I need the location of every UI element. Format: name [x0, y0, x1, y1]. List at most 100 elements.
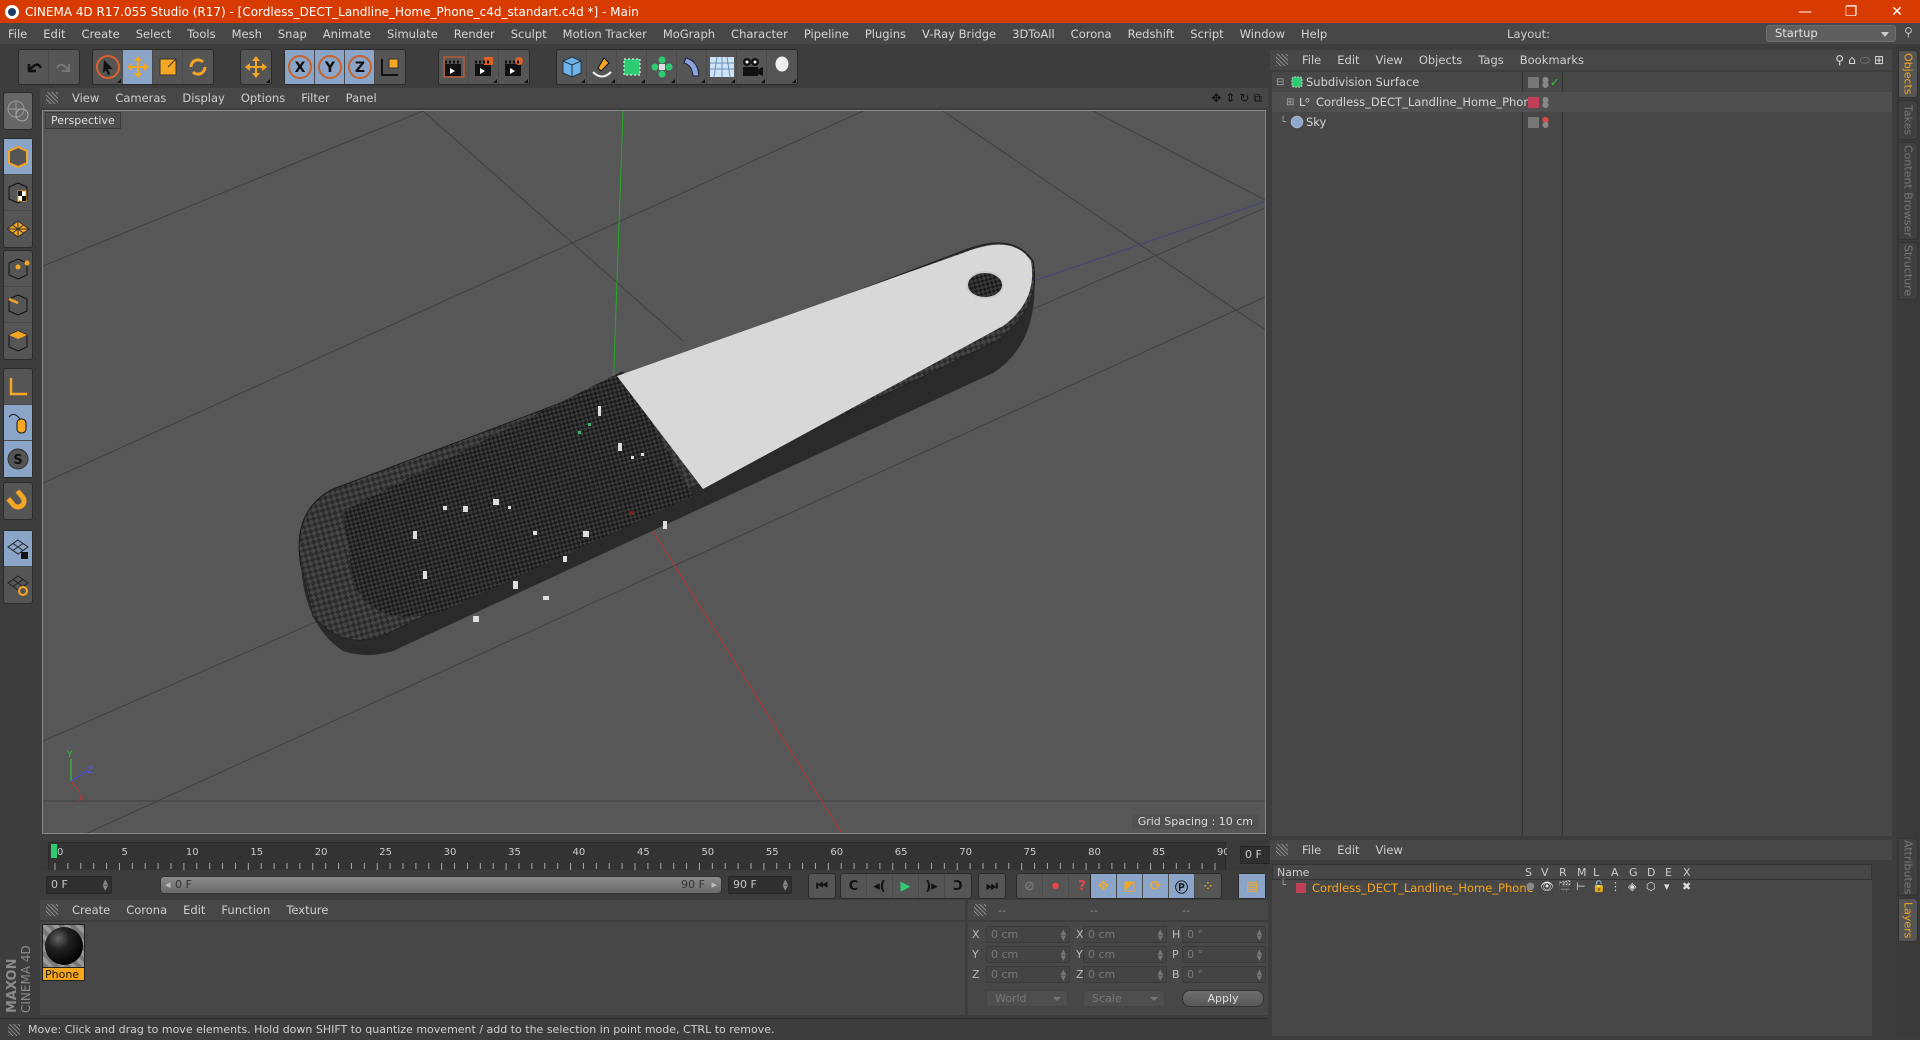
- tab-layers[interactable]: Layers: [1898, 898, 1918, 942]
- layer-name[interactable]: Cordless_DECT_Landline_Home_Phone: [1312, 881, 1534, 895]
- solo-button[interactable]: S: [4, 441, 32, 477]
- generators-toggle-icon[interactable]: ◈: [1628, 880, 1636, 893]
- add-floor-button[interactable]: [707, 50, 737, 84]
- manager-toggle-icon[interactable]: ⊢: [1576, 880, 1586, 893]
- add-cloner-button[interactable]: [647, 50, 677, 84]
- object-menu-tags[interactable]: Tags: [1470, 53, 1511, 67]
- tab-structure[interactable]: Structure: [1898, 242, 1918, 300]
- layer-menu-file[interactable]: File: [1294, 843, 1329, 857]
- menu-vray-bridge[interactable]: V-Ray Bridge: [914, 27, 1004, 41]
- expressions-toggle-icon[interactable]: ▾: [1664, 880, 1670, 893]
- go-to-start-button[interactable]: ⏮: [809, 874, 835, 898]
- panel-grip-icon[interactable]: [46, 904, 58, 916]
- minimize-button[interactable]: —: [1782, 0, 1828, 23]
- object-menu-edit[interactable]: Edit: [1329, 53, 1367, 67]
- layer-row[interactable]: └ Cordless_DECT_Landline_Home_Phone ● 👁 …: [1272, 880, 1872, 897]
- material-menu-create[interactable]: Create: [64, 903, 118, 917]
- panel-grip-icon[interactable]: [1276, 844, 1288, 856]
- visibility-dots-icon[interactable]: ● ●: [1542, 116, 1549, 129]
- render-toggle-icon[interactable]: 🎬: [1558, 880, 1572, 893]
- tab-content-browser[interactable]: Content Browser: [1898, 142, 1918, 240]
- pos-y-field[interactable]: 0 cm ▲ ▼: [986, 946, 1070, 963]
- next-frame-button[interactable]: )▸: [919, 874, 945, 898]
- collapse-icon[interactable]: ⊟: [1276, 77, 1284, 88]
- workplane-lock-button[interactable]: [4, 531, 32, 567]
- restore-button[interactable]: ❐: [1828, 0, 1874, 23]
- menu-simulate[interactable]: Simulate: [379, 27, 446, 41]
- coordinate-system-button[interactable]: [375, 50, 405, 84]
- panel-grip-icon[interactable]: [46, 92, 58, 104]
- material-name-label[interactable]: Phone: [42, 968, 85, 981]
- solo-toggle-icon[interactable]: ●: [1526, 881, 1535, 892]
- panel-grip-icon[interactable]: [8, 1023, 20, 1036]
- tab-takes[interactable]: Takes: [1898, 100, 1918, 140]
- column-name[interactable]: Name: [1277, 866, 1309, 879]
- polygons-mode-button[interactable]: [4, 323, 32, 359]
- column-view[interactable]: V: [1541, 866, 1549, 879]
- maximize-icon[interactable]: ⧉: [1253, 91, 1262, 106]
- viewport-menu-panel[interactable]: Panel: [338, 91, 385, 105]
- texture-mode-button[interactable]: [4, 175, 32, 211]
- x-axis-lock-button[interactable]: X: [285, 50, 315, 84]
- pos-x-field[interactable]: 0 cm ▲ ▼: [986, 926, 1070, 943]
- menu-motion-tracker[interactable]: Motion Tracker: [555, 27, 655, 41]
- go-to-end-button[interactable]: ⏭: [979, 874, 1005, 898]
- lock-toggle-icon[interactable]: 🔓: [1592, 880, 1606, 893]
- render-view-button[interactable]: [439, 50, 469, 84]
- play-button[interactable]: ▶: [893, 874, 919, 898]
- enabled-check-icon[interactable]: ✓: [1550, 76, 1559, 89]
- size-x-field[interactable]: 0 cm ▲ ▼: [1083, 926, 1167, 943]
- y-axis-lock-button[interactable]: Y: [315, 50, 345, 84]
- model-mode-button[interactable]: [4, 139, 32, 175]
- next-key-button[interactable]: Ↄ: [945, 874, 971, 898]
- preview-range-slider[interactable]: ◂ 0 F 90 F ▸: [160, 876, 722, 894]
- rot-p-field[interactable]: 0 ° ▲ ▼: [1182, 946, 1266, 963]
- timeline-window-button[interactable]: ▤: [1239, 874, 1265, 898]
- key-scale-button[interactable]: ◩: [1117, 874, 1143, 898]
- coordinate-mode-dropdown[interactable]: World: [986, 990, 1068, 1007]
- key-pla-button[interactable]: ⁘: [1195, 874, 1221, 898]
- tab-attributes[interactable]: Attributes: [1898, 838, 1918, 896]
- viewport-menu-filter[interactable]: Filter: [293, 91, 337, 105]
- add-light-button[interactable]: [767, 50, 797, 84]
- menu-mesh[interactable]: Mesh: [224, 27, 270, 41]
- visibility-dots-icon[interactable]: ● ●: [1542, 96, 1549, 109]
- object-menu-file[interactable]: File: [1294, 53, 1329, 67]
- viewport-menu-view[interactable]: View: [64, 91, 107, 105]
- layer-color-icon[interactable]: [1528, 96, 1539, 108]
- menu-sculpt[interactable]: Sculpt: [503, 27, 555, 41]
- panel-grip-icon[interactable]: [974, 904, 986, 916]
- material-menu-corona[interactable]: Corona: [118, 903, 175, 917]
- column-animation[interactable]: A: [1611, 866, 1619, 879]
- orbit-icon[interactable]: ↻: [1239, 91, 1249, 106]
- column-solo[interactable]: S: [1525, 866, 1532, 879]
- column-expressions[interactable]: E: [1665, 866, 1672, 879]
- prev-key-button[interactable]: C: [841, 874, 867, 898]
- move-tool-button[interactable]: [123, 50, 153, 84]
- new-panel-icon[interactable]: ⊞: [1874, 53, 1884, 68]
- scale-tool-button[interactable]: [153, 50, 183, 84]
- material-menu-function[interactable]: Function: [213, 903, 278, 917]
- pos-z-field[interactable]: 0 cm ▲ ▼: [986, 966, 1070, 983]
- editor-visibility-icon[interactable]: [1528, 76, 1539, 88]
- menu-plugins[interactable]: Plugins: [857, 27, 914, 41]
- size-z-field[interactable]: 0 cm ▲ ▼: [1083, 966, 1167, 983]
- menu-create[interactable]: Create: [74, 27, 128, 41]
- edges-mode-button[interactable]: [4, 287, 32, 323]
- deformers-toggle-icon[interactable]: ⬡: [1646, 880, 1656, 893]
- material-menu-texture[interactable]: Texture: [278, 903, 336, 917]
- menu-snap[interactable]: Snap: [270, 27, 315, 41]
- object-menu-view[interactable]: View: [1368, 53, 1411, 67]
- viewport-menu-display[interactable]: Display: [174, 91, 232, 105]
- add-subdivision-button[interactable]: [617, 50, 647, 84]
- tweak-mode-button[interactable]: [4, 405, 32, 441]
- menu-character[interactable]: Character: [723, 27, 796, 41]
- menu-pipeline[interactable]: Pipeline: [796, 27, 857, 41]
- key-param-button[interactable]: Ⓟ: [1169, 874, 1195, 898]
- menu-redshift[interactable]: Redshift: [1120, 27, 1183, 41]
- layout-dropdown[interactable]: Startup: [1766, 25, 1896, 42]
- column-generators[interactable]: G: [1629, 866, 1638, 879]
- tab-objects[interactable]: Objects: [1898, 50, 1918, 98]
- add-spline-button[interactable]: [587, 50, 617, 84]
- column-locked[interactable]: L: [1593, 866, 1599, 879]
